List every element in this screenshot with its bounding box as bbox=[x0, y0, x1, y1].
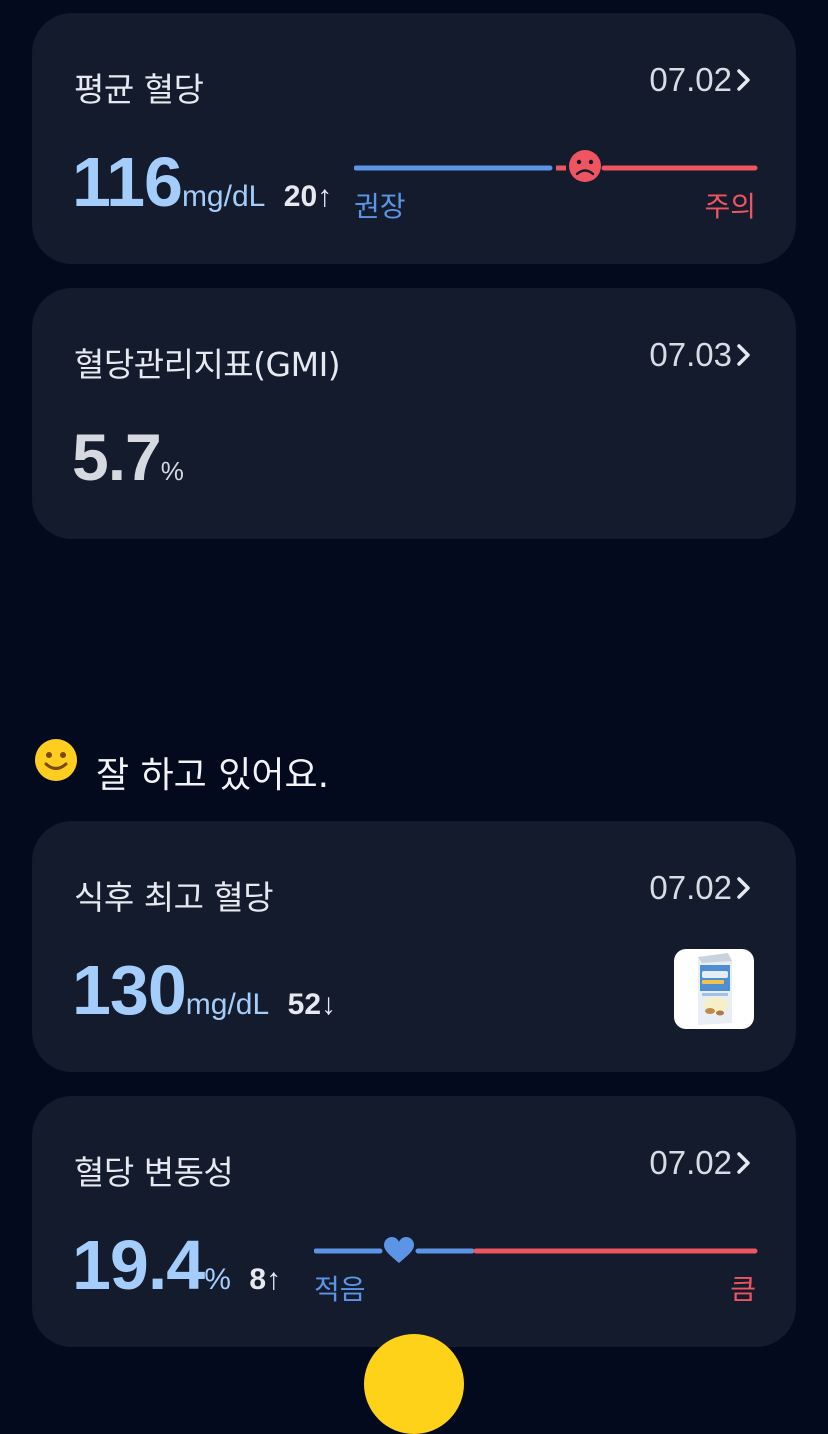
chevron-right-icon bbox=[737, 344, 750, 366]
variability-scale-left-label: 적음 bbox=[314, 1273, 366, 1306]
heart-icon bbox=[384, 1237, 414, 1263]
peak-glucose-card[interactable]: 식후 최고 혈당 07.02 130mg/dL 52↓ bbox=[32, 821, 796, 1072]
almond-breeze-carton-icon bbox=[698, 953, 732, 1025]
peak-glucose-unit: mg/dL bbox=[185, 988, 270, 1021]
arrow-up-icon: ↑ bbox=[317, 180, 333, 213]
avg-glucose-value-line: 116mg/dL 20↑ bbox=[72, 147, 332, 232]
variability-card[interactable]: 혈당 변동성 07.02 19.4% 8↑ 적음 큼 bbox=[32, 1096, 796, 1347]
gmi-unit: % bbox=[160, 456, 184, 486]
peak-glucose-title: 식후 최고 혈당 bbox=[74, 878, 274, 917]
chevron-right-icon bbox=[737, 877, 750, 899]
arrow-down-icon: ↓ bbox=[321, 988, 337, 1021]
gmi-card[interactable]: 혈당관리지표(GMI) 07.03 5.7% bbox=[32, 288, 796, 539]
variability-value-line: 19.4% 8↑ bbox=[72, 1230, 281, 1315]
avg-glucose-card[interactable]: 평균 혈당 07.02 116mg/dL 20↑ 권장 주의 bbox=[32, 13, 796, 264]
avg-glucose-scale bbox=[354, 150, 758, 182]
avg-glucose-value: 116 bbox=[72, 143, 183, 221]
avg-glucose-delta: 20 bbox=[283, 180, 318, 213]
variability-title: 혈당 변동성 bbox=[74, 1153, 234, 1192]
arrow-up-icon: ↑ bbox=[266, 1263, 282, 1296]
floating-action-button[interactable] bbox=[364, 1334, 464, 1434]
meal-thumbnail[interactable] bbox=[674, 949, 754, 1029]
variability-unit: % bbox=[204, 1263, 231, 1296]
avg-glucose-date: 07.02 bbox=[649, 61, 732, 98]
chevron-right-icon bbox=[737, 69, 750, 91]
avg-scale-left-label: 권장 bbox=[354, 190, 406, 223]
status-message: 잘 하고 있어요. bbox=[96, 755, 330, 796]
variability-date: 07.02 bbox=[649, 1144, 732, 1181]
gmi-value-line: 5.7% bbox=[72, 422, 184, 506]
gmi-title: 혈당관리지표(GMI) bbox=[74, 345, 341, 384]
peak-glucose-value: 130 bbox=[72, 951, 187, 1029]
variability-delta: 8 bbox=[249, 1263, 267, 1296]
peak-glucose-date: 07.02 bbox=[649, 869, 732, 906]
peak-glucose-value-line: 130mg/dL 52↓ bbox=[72, 955, 336, 1040]
gmi-value: 5.7 bbox=[72, 420, 162, 494]
peak-glucose-delta: 52 bbox=[287, 988, 322, 1021]
variability-scale bbox=[314, 1237, 758, 1263]
avg-scale-right-label: 주의 bbox=[704, 190, 756, 223]
smile-face-icon bbox=[35, 739, 77, 781]
chevron-right-icon bbox=[737, 1152, 750, 1174]
sad-face-icon bbox=[569, 150, 601, 182]
avg-glucose-title: 평균 혈당 bbox=[74, 70, 204, 109]
gmi-date: 07.03 bbox=[649, 336, 732, 373]
variability-scale-right-label: 큼 bbox=[730, 1273, 756, 1306]
avg-glucose-unit: mg/dL bbox=[181, 180, 266, 213]
variability-value: 19.4 bbox=[72, 1226, 205, 1304]
